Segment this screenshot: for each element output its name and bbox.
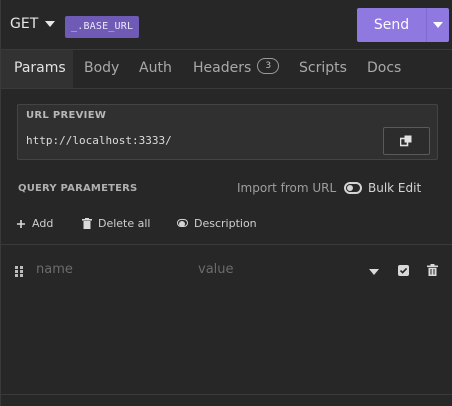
check-icon bbox=[399, 267, 408, 274]
tab-body[interactable]: Body bbox=[84, 50, 119, 88]
tab-docs-label: Docs bbox=[367, 60, 402, 76]
toggle-icon bbox=[344, 181, 362, 194]
send-button-label: Send bbox=[373, 17, 410, 33]
description-label: Description bbox=[194, 217, 257, 230]
toggle-icon bbox=[177, 218, 188, 227]
chevron-down-icon[interactable] bbox=[369, 269, 379, 275]
tab-auth-label: Auth bbox=[139, 60, 172, 76]
param-row: name value bbox=[1, 258, 452, 286]
request-tabs: Params Body Auth Headers 3 Scripts Docs bbox=[1, 50, 452, 89]
query-parameters-title: QUERY PARAMETERS bbox=[18, 183, 138, 194]
trash-icon bbox=[82, 218, 92, 229]
tab-headers-label: Headers bbox=[193, 60, 252, 76]
headers-count-badge: 3 bbox=[257, 58, 280, 74]
tab-auth[interactable]: Auth bbox=[139, 50, 172, 88]
method-label[interactable]: GET bbox=[10, 16, 38, 32]
plus-icon bbox=[17, 219, 25, 228]
tab-params-label: Params bbox=[14, 60, 66, 76]
bulk-edit-label: Bulk Edit bbox=[368, 181, 422, 195]
base-url-env-tag[interactable]: _.BASE_URL bbox=[65, 16, 140, 38]
add-param-label: Add bbox=[32, 217, 54, 230]
url-preview-value: http://localhost:3333/ bbox=[26, 134, 172, 147]
params-action-row: Add Delete all Description bbox=[1, 207, 452, 245]
copy-icon bbox=[400, 135, 412, 147]
request-pane: GET _.BASE_URL Send Params Body Auth Hea… bbox=[0, 0, 452, 406]
url-preview-title: URL PREVIEW bbox=[26, 110, 107, 121]
tab-headers[interactable]: Headers 3 bbox=[193, 50, 280, 88]
import-from-url-link[interactable]: Import from URL bbox=[237, 181, 336, 195]
send-button[interactable]: Send bbox=[357, 8, 426, 42]
copy-url-button[interactable] bbox=[383, 127, 430, 155]
trash-icon[interactable] bbox=[427, 264, 438, 276]
send-options-button[interactable] bbox=[426, 8, 449, 42]
description-toggle[interactable]: Description bbox=[177, 217, 257, 230]
method-dropdown-caret-icon[interactable] bbox=[45, 21, 55, 27]
tab-docs[interactable]: Docs bbox=[367, 50, 401, 88]
url-bar: GET _.BASE_URL Send bbox=[1, 0, 452, 50]
bottom-divider bbox=[1, 394, 452, 395]
drag-handle-icon[interactable] bbox=[15, 266, 24, 277]
chevron-down-icon bbox=[433, 22, 443, 28]
tab-scripts-label: Scripts bbox=[299, 60, 347, 76]
tab-scripts[interactable]: Scripts bbox=[299, 50, 347, 88]
param-name-input[interactable]: name bbox=[36, 262, 73, 277]
url-preview-panel: URL PREVIEW http://localhost:3333/ bbox=[17, 104, 438, 160]
add-param-button[interactable]: Add bbox=[16, 217, 53, 230]
delete-all-button[interactable]: Delete all bbox=[82, 217, 151, 230]
param-enabled-checkbox[interactable] bbox=[398, 265, 409, 276]
param-value-input[interactable]: value bbox=[198, 262, 234, 277]
tab-body-label: Body bbox=[84, 60, 120, 76]
tab-params[interactable]: Params bbox=[1, 50, 73, 88]
bulk-edit-toggle[interactable]: Bulk Edit bbox=[344, 181, 421, 195]
delete-all-label: Delete all bbox=[98, 217, 151, 230]
